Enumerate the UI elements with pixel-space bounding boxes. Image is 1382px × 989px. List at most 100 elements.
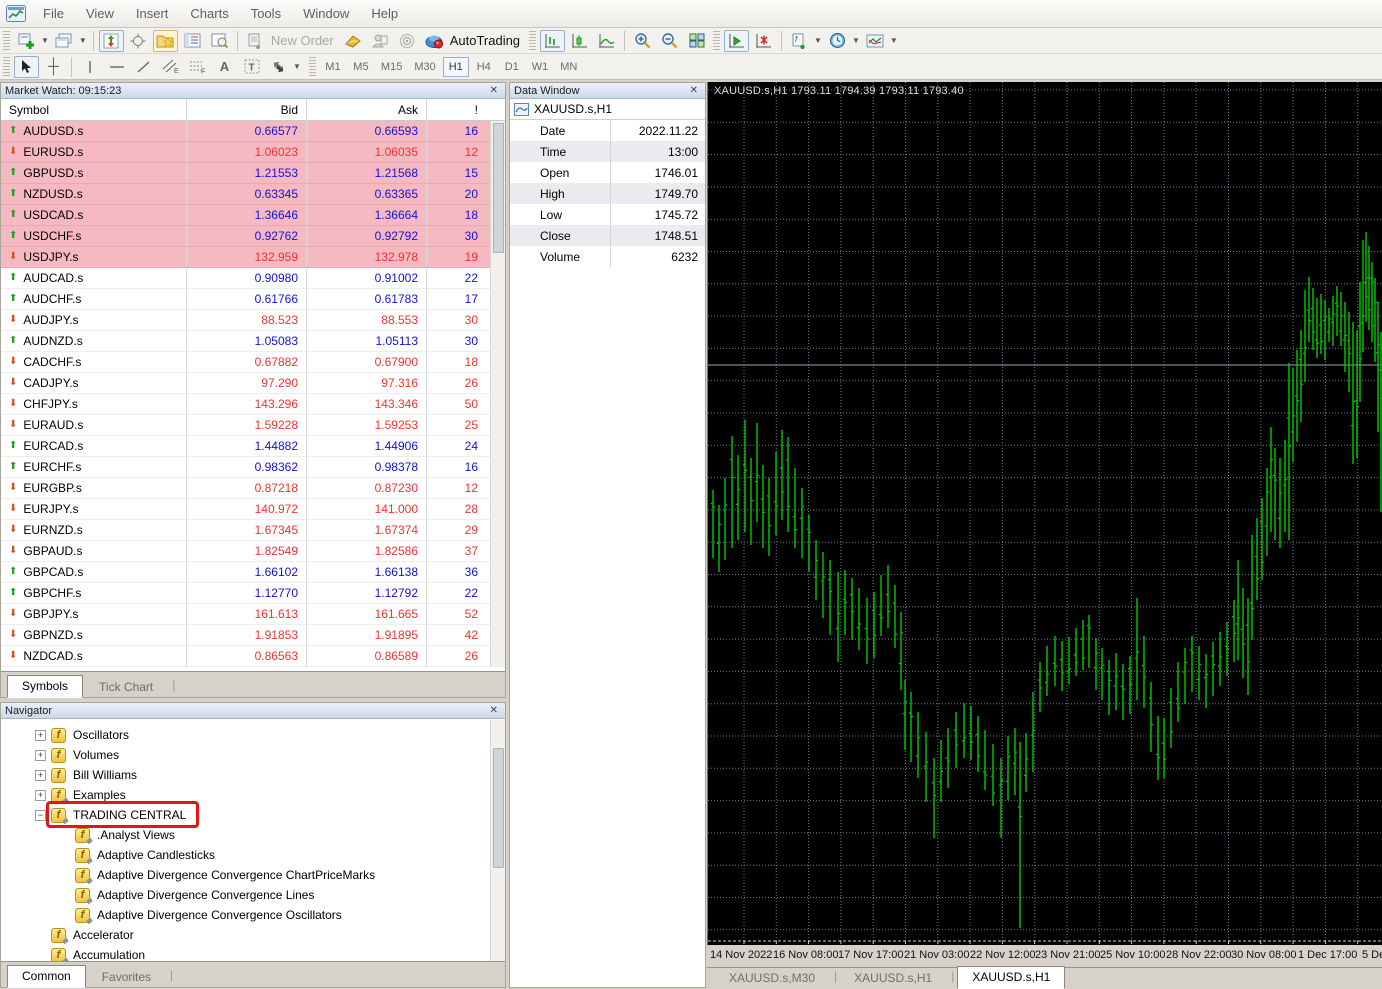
market-watch-row[interactable]: ⬆AUDNZD.s1.050831.0511330 <box>1 331 505 352</box>
new-chart-dropdown-caret[interactable]: ▼ <box>41 36 49 45</box>
autotrading-icon[interactable] <box>422 30 447 52</box>
timeframe-m15[interactable]: M15 <box>376 57 407 77</box>
close-icon[interactable]: ✕ <box>487 705 501 716</box>
market-watch-row[interactable]: ⬇CHFJPY.s143.296143.34650 <box>1 394 505 415</box>
new-order-label[interactable]: New Order <box>271 33 334 48</box>
attach-expert-button[interactable] <box>724 30 749 52</box>
tab-favorites[interactable]: Favorites <box>88 967 165 988</box>
market-watch-row[interactable]: ⬇USDJPY.s132.959132.97819 <box>1 247 505 268</box>
market-watch-toggle-button[interactable] <box>180 30 205 52</box>
mql5-hat-icon[interactable] <box>341 30 366 52</box>
line-chart-type-button[interactable] <box>594 30 619 52</box>
tab-common[interactable]: Common <box>7 965 86 988</box>
vertical-line-button[interactable] <box>77 56 102 78</box>
market-watch-row[interactable]: ⬇CADCHF.s0.678820.6790018 <box>1 352 505 373</box>
timeframe-d1[interactable]: D1 <box>499 57 525 77</box>
market-watch-row[interactable]: ⬆AUDCAD.s0.909800.9100222 <box>1 268 505 289</box>
signals-icon[interactable] <box>368 30 393 52</box>
market-watch-row[interactable]: ⬇EURJPY.s140.972141.00028 <box>1 499 505 520</box>
market-watch-row[interactable]: ⬆NZDUSD.s0.633450.6336520 <box>1 184 505 205</box>
cursor-button[interactable] <box>14 56 39 78</box>
templates-dropdown-caret[interactable]: ▼ <box>890 36 898 45</box>
toolbar-grip[interactable] <box>3 57 10 77</box>
new-chart-button[interactable] <box>14 30 39 52</box>
market-watch-row[interactable]: ⬇EURUSD.s1.060231.0603512 <box>1 142 505 163</box>
menu-insert[interactable]: Insert <box>125 1 180 26</box>
navigator-item[interactable]: +fVolumes <box>1 745 505 765</box>
expand-plus-icon[interactable]: + <box>35 730 46 741</box>
market-watch-row[interactable]: ⬇GBPJPY.s161.613161.66552 <box>1 604 505 625</box>
timeframe-m30[interactable]: M30 <box>409 57 440 77</box>
market-watch-row[interactable]: ⬆GBPUSD.s1.215531.2156815 <box>1 163 505 184</box>
navigator-item[interactable]: f◆Adaptive Divergence Convergence Oscill… <box>1 905 505 925</box>
new-order-icon[interactable] <box>243 30 268 52</box>
timeframe-h4[interactable]: H4 <box>471 57 497 77</box>
tile-windows-button[interactable] <box>684 30 709 52</box>
close-icon[interactable]: ✕ <box>687 85 701 96</box>
arrows-dropdown-caret[interactable]: ▼ <box>293 62 301 71</box>
market-watch-row[interactable]: ⬇EURGBP.s0.872180.8723012 <box>1 478 505 499</box>
indicators-button[interactable]: f <box>787 30 812 52</box>
autotrading-label[interactable]: AutoTrading <box>450 33 520 48</box>
news-radio-icon[interactable] <box>395 30 420 52</box>
navigator-item[interactable]: f◆.Analyst Views <box>1 825 505 845</box>
toolbar-grip[interactable] <box>713 31 720 51</box>
trendline-button[interactable] <box>131 56 156 78</box>
market-watch-row[interactable]: ⬇GBPAUD.s1.825491.8258637 <box>1 541 505 562</box>
menu-help[interactable]: Help <box>360 1 409 26</box>
market-watch-row[interactable]: ⬇GBPNZD.s1.918531.9189542 <box>1 625 505 646</box>
navigator-item[interactable]: f◆Accelerator <box>1 925 505 945</box>
zoom-in-button[interactable] <box>630 30 655 52</box>
profiles-dropdown-caret[interactable]: ▼ <box>79 36 87 45</box>
expand-plus-icon[interactable]: + <box>35 770 46 781</box>
remove-expert-button[interactable] <box>751 30 776 52</box>
chart-tab-1[interactable]: XAUUSD.s,H1 <box>840 968 946 989</box>
close-icon[interactable]: ✕ <box>487 85 501 96</box>
tick-chart-toggle[interactable] <box>99 30 124 52</box>
toolbar-grip[interactable] <box>3 31 10 51</box>
text-label-button[interactable]: T <box>239 56 264 78</box>
timeframe-m1[interactable]: M1 <box>320 57 346 77</box>
toolbar-grip[interactable] <box>529 31 536 51</box>
market-watch-scrollbar[interactable] <box>490 121 505 666</box>
navigator-item[interactable]: +fBill Williams <box>1 765 505 785</box>
timeframe-h1[interactable]: H1 <box>443 57 469 77</box>
market-watch-row[interactable]: ⬇AUDJPY.s88.52388.55330 <box>1 310 505 331</box>
collapse-minus-icon[interactable]: − <box>35 810 46 821</box>
navigator-item[interactable]: f◆Adaptive Divergence Convergence ChartP… <box>1 865 505 885</box>
menu-file[interactable]: File <box>32 1 75 26</box>
menu-charts[interactable]: Charts <box>179 1 239 26</box>
arrows-button[interactable] <box>266 56 291 78</box>
market-watch-row[interactable]: ⬇EURNZD.s1.673451.6737429 <box>1 520 505 541</box>
market-watch-row[interactable]: ⬆EURCAD.s1.448821.4490624 <box>1 436 505 457</box>
navigator-scrollbar[interactable] <box>490 720 505 963</box>
templates-button[interactable] <box>863 30 888 52</box>
data-window-toggle-button[interactable] <box>207 30 232 52</box>
chart-tab-0[interactable]: XAUUSD.s,M30 <box>715 968 829 989</box>
market-watch-row[interactable]: ⬇NZDCAD.s0.865630.8658926 <box>1 646 505 667</box>
navigator-item[interactable]: f◆Accumulation <box>1 945 505 961</box>
favorites-folder-button[interactable] <box>153 30 178 52</box>
market-watch-row[interactable]: ⬆EURCHF.s0.983620.9837816 <box>1 457 505 478</box>
chart-time-axis[interactable]: 14 Nov 202216 Nov 08:0017 Nov 17:0021 No… <box>707 945 1382 967</box>
column-spread[interactable]: ! <box>426 99 486 120</box>
expand-plus-icon[interactable]: + <box>35 750 46 761</box>
market-watch-row[interactable]: ⬆USDCAD.s1.366461.3666418 <box>1 205 505 226</box>
expand-plus-icon[interactable]: + <box>35 790 46 801</box>
timeframe-w1[interactable]: W1 <box>527 57 554 77</box>
periods-dropdown-caret[interactable]: ▼ <box>852 36 860 45</box>
bar-chart-type-button[interactable] <box>540 30 565 52</box>
fibonacci-button[interactable]: F <box>185 56 210 78</box>
market-watch-row[interactable]: ⬇CADJPY.s97.29097.31626 <box>1 373 505 394</box>
column-bid[interactable]: Bid <box>186 99 306 120</box>
chart-tab-2[interactable]: XAUUSD.s,H1 <box>957 966 1065 989</box>
tab-tick-chart[interactable]: Tick Chart <box>85 677 167 698</box>
horizontal-line-button[interactable] <box>104 56 129 78</box>
chart-profiles-button[interactable] <box>52 30 77 52</box>
market-watch-row[interactable]: ⬇EURAUD.s1.592281.5925325 <box>1 415 505 436</box>
text-button[interactable]: A <box>212 56 237 78</box>
market-watch-row[interactable]: ⬆GBPCHF.s1.127701.1279222 <box>1 583 505 604</box>
navigator-item[interactable]: f◆Adaptive Candlesticks <box>1 845 505 865</box>
menu-view[interactable]: View <box>75 1 125 26</box>
market-watch-row[interactable]: ⬆AUDCHF.s0.617660.6178317 <box>1 289 505 310</box>
